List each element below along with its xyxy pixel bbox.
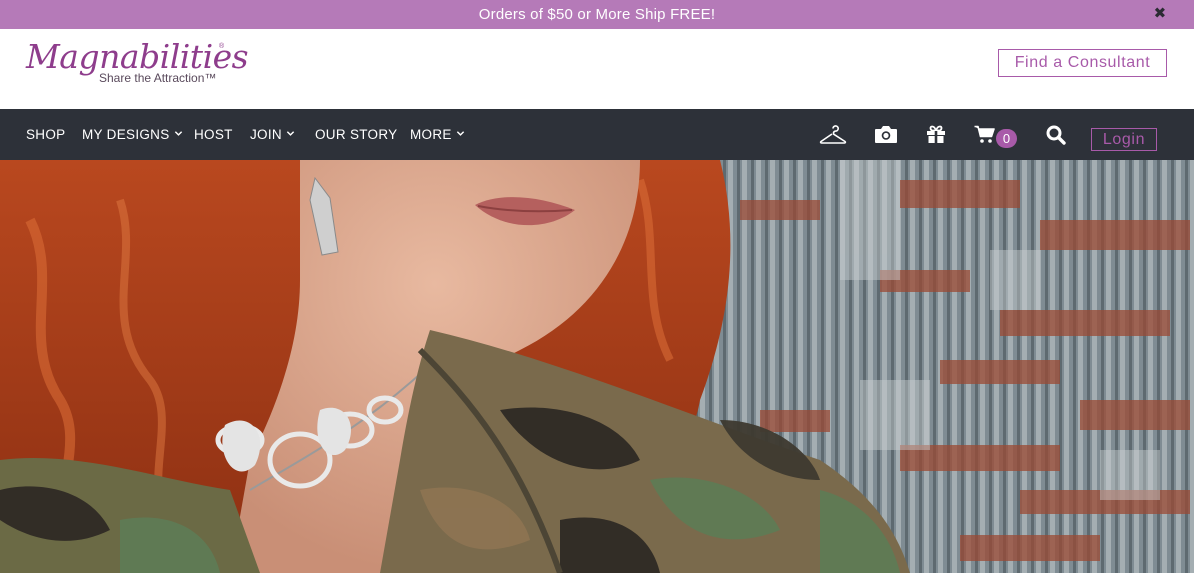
nav-item-host[interactable]: HOST — [194, 109, 233, 160]
nav-item-more[interactable]: MORE — [410, 109, 465, 160]
site-header: Magnabilities ® Share the Attraction™ Fi… — [0, 29, 1194, 109]
cart-count-badge: 0 — [996, 129, 1017, 148]
login-button[interactable]: Login — [1091, 128, 1157, 151]
nav-item-shop[interactable]: SHOP — [26, 109, 65, 160]
nav-item-label: HOST — [194, 127, 233, 142]
hanger-icon[interactable] — [818, 109, 848, 160]
nav-item-label: JOIN — [250, 127, 282, 142]
search-icon[interactable] — [1045, 109, 1067, 160]
promo-text: Orders of $50 or More Ship FREE! — [478, 6, 716, 23]
camera-icon[interactable] — [873, 109, 899, 160]
logo-tagline: Share the Attraction™ — [99, 71, 217, 85]
nav-item-label: OUR STORY — [315, 127, 398, 142]
chevron-down-icon — [174, 131, 182, 136]
find-consultant-button[interactable]: Find a Consultant — [998, 49, 1167, 77]
promo-bar: Orders of $50 or More Ship FREE! ✖ — [0, 0, 1194, 29]
nav-item-label: SHOP — [26, 127, 66, 142]
nav-item-label: MY DESIGNS — [82, 127, 170, 142]
brand-logo[interactable]: Magnabilities ® Share the Attraction™ — [26, 37, 249, 93]
logo-registered-mark: ® — [219, 43, 225, 50]
chevron-down-icon — [286, 131, 295, 136]
hero-photo — [0, 160, 1194, 573]
nav-item-join[interactable]: JOIN — [250, 109, 295, 160]
close-icon[interactable]: ✖ — [1152, 5, 1168, 23]
gift-icon[interactable] — [925, 109, 947, 160]
cart-icon[interactable] — [973, 109, 995, 160]
chevron-down-icon — [456, 131, 464, 136]
hero-image — [0, 160, 1194, 573]
nav-item-label: MORE — [410, 127, 452, 142]
nav-item-our-story[interactable]: OUR STORY — [315, 109, 397, 160]
nav-item-my-designs[interactable]: MY DESIGNS — [82, 109, 183, 160]
